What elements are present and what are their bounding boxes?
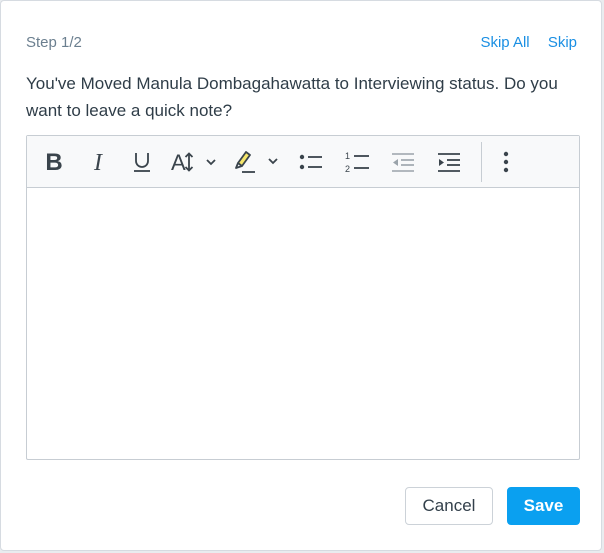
outdent-icon (392, 152, 414, 172)
svg-text:1: 1 (345, 151, 350, 161)
chevron-down-icon (206, 158, 216, 165)
skip-links: Skip All Skip (480, 34, 577, 51)
svg-text:B: B (45, 151, 62, 173)
note-dialog: Step 1/2 Skip All Skip You've Moved Manu… (0, 0, 602, 551)
bold-icon: B (45, 151, 62, 173)
step-indicator: Step 1/2 (26, 34, 82, 51)
svg-text:2: 2 (345, 164, 350, 174)
highlight-button[interactable] (229, 144, 283, 180)
numbered-list-button[interactable]: 1 2 (339, 144, 375, 180)
indent-icon (438, 152, 460, 172)
skip-link[interactable]: Skip (548, 34, 577, 51)
underline-icon (134, 152, 150, 172)
svg-text:I: I (93, 151, 103, 173)
italic-button[interactable]: I (81, 144, 115, 180)
font-size-icon: A (171, 150, 216, 174)
font-size-button[interactable]: A (169, 144, 219, 180)
toolbar-separator (481, 141, 482, 182)
cancel-button[interactable]: Cancel (405, 487, 493, 525)
note-editor: B I A 1 2 (26, 135, 580, 460)
skip-all-link[interactable]: Skip All (480, 34, 529, 51)
indent-button[interactable] (431, 144, 467, 180)
more-options-button[interactable] (496, 144, 516, 180)
svg-text:A: A (171, 150, 186, 174)
numbered-list-icon: 1 2 (345, 151, 369, 174)
editor-toolbar: B I A 1 2 (27, 136, 579, 188)
status-change-message: You've Moved Manula Dombagahawatta to In… (26, 74, 558, 120)
bold-button[interactable]: B (37, 144, 71, 180)
underline-button[interactable] (125, 144, 159, 180)
note-text-area[interactable] (27, 188, 579, 459)
outdent-button[interactable] (385, 144, 421, 180)
bulleted-list-button[interactable] (293, 144, 329, 180)
highlight-marker-icon (235, 150, 278, 173)
save-button[interactable]: Save (507, 487, 580, 525)
more-vertical-icon (503, 151, 509, 172)
bulleted-list-icon (299, 154, 322, 169)
italic-icon: I (93, 151, 103, 173)
